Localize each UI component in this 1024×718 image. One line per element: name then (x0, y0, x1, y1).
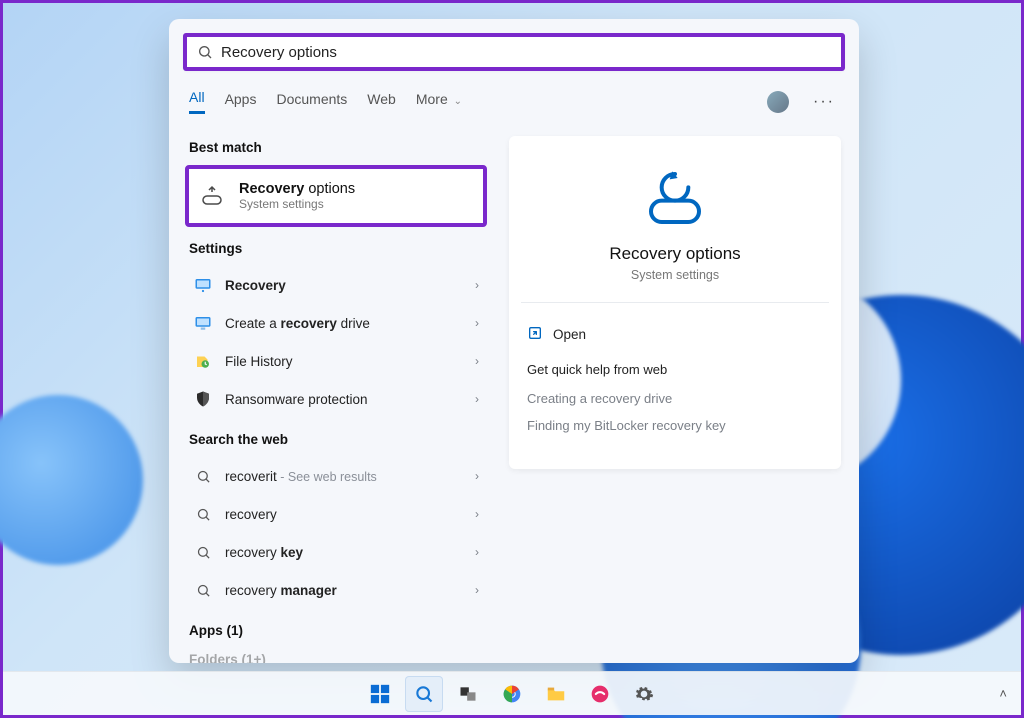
open-button[interactable]: Open (527, 321, 823, 362)
section-best-match: Best match (189, 140, 483, 155)
tab-all[interactable]: All (189, 89, 205, 114)
recovery-large-icon (527, 166, 823, 230)
search-icon (193, 466, 213, 486)
section-apps: Apps (1) (189, 623, 483, 638)
preview-title: Recovery options (527, 244, 823, 264)
search-icon (197, 44, 213, 60)
more-options-button[interactable]: ··· (809, 93, 839, 111)
result-ransomware-protection[interactable]: Ransomware protection › (185, 380, 487, 418)
taskbar-file-explorer[interactable] (537, 676, 575, 712)
web-result-recovery-manager[interactable]: recovery manager › (185, 571, 487, 609)
tab-web[interactable]: Web (367, 91, 396, 113)
result-recovery-options[interactable]: Recovery options System settings (185, 165, 487, 227)
result-recovery[interactable]: Recovery › (185, 266, 487, 304)
open-icon (527, 325, 543, 344)
chevron-down-icon: ⌄ (454, 96, 462, 107)
search-bar[interactable] (183, 33, 845, 71)
user-avatar[interactable] (767, 91, 789, 113)
taskbar-task-view[interactable] (449, 676, 487, 712)
web-result-recovery-key[interactable]: recovery key › (185, 533, 487, 571)
result-file-history[interactable]: File History › (185, 342, 487, 380)
chevron-right-icon: › (475, 507, 479, 521)
monitor-drive-icon (193, 313, 213, 333)
search-input[interactable] (221, 44, 831, 61)
web-result-recovery[interactable]: recovery › (185, 495, 487, 533)
preview-subtitle: System settings (527, 268, 823, 282)
start-search-panel: All Apps Documents Web More ⌄ ··· Best m… (169, 19, 859, 663)
monitor-recovery-icon (193, 275, 213, 295)
section-settings: Settings (189, 241, 483, 256)
section-search-web: Search the web (189, 432, 483, 447)
tab-apps[interactable]: Apps (225, 91, 257, 113)
search-icon (193, 580, 213, 600)
chevron-right-icon: › (475, 354, 479, 368)
taskbar-app-pink[interactable] (581, 676, 619, 712)
tab-more[interactable]: More ⌄ (416, 91, 462, 113)
chevron-right-icon: › (475, 392, 479, 406)
chevron-right-icon: › (475, 278, 479, 292)
file-history-icon (193, 351, 213, 371)
web-result-recoverit[interactable]: recoverit - See web results › (185, 457, 487, 495)
taskbar: ˄ (3, 671, 1021, 715)
search-filter-tabs: All Apps Documents Web More ⌄ ··· (169, 71, 859, 126)
chevron-right-icon: › (475, 545, 479, 559)
chevron-right-icon: › (475, 469, 479, 483)
search-icon (193, 542, 213, 562)
help-link-recovery-drive[interactable]: Creating a recovery drive (527, 391, 823, 406)
taskbar-search-button[interactable] (405, 676, 443, 712)
shield-icon (193, 389, 213, 409)
taskbar-chrome[interactable] (493, 676, 531, 712)
help-link-bitlocker-key[interactable]: Finding my BitLocker recovery key (527, 418, 823, 433)
help-heading: Get quick help from web (527, 362, 823, 377)
taskbar-tray-chevron[interactable]: ˄ (999, 686, 1007, 701)
taskbar-start-button[interactable] (361, 676, 399, 712)
results-list: Best match Recovery options System setti… (169, 126, 491, 663)
tab-documents[interactable]: Documents (276, 91, 347, 113)
chevron-right-icon: › (475, 316, 479, 330)
chevron-right-icon: › (475, 583, 479, 597)
section-folders: Folders (1+) (189, 652, 483, 663)
recovery-icon (199, 183, 225, 209)
divider (521, 302, 829, 303)
result-create-recovery-drive[interactable]: Create a recovery drive › (185, 304, 487, 342)
preview-pane: Recovery options System settings Open Ge… (491, 126, 859, 663)
search-icon (193, 504, 213, 524)
taskbar-settings[interactable] (625, 676, 663, 712)
